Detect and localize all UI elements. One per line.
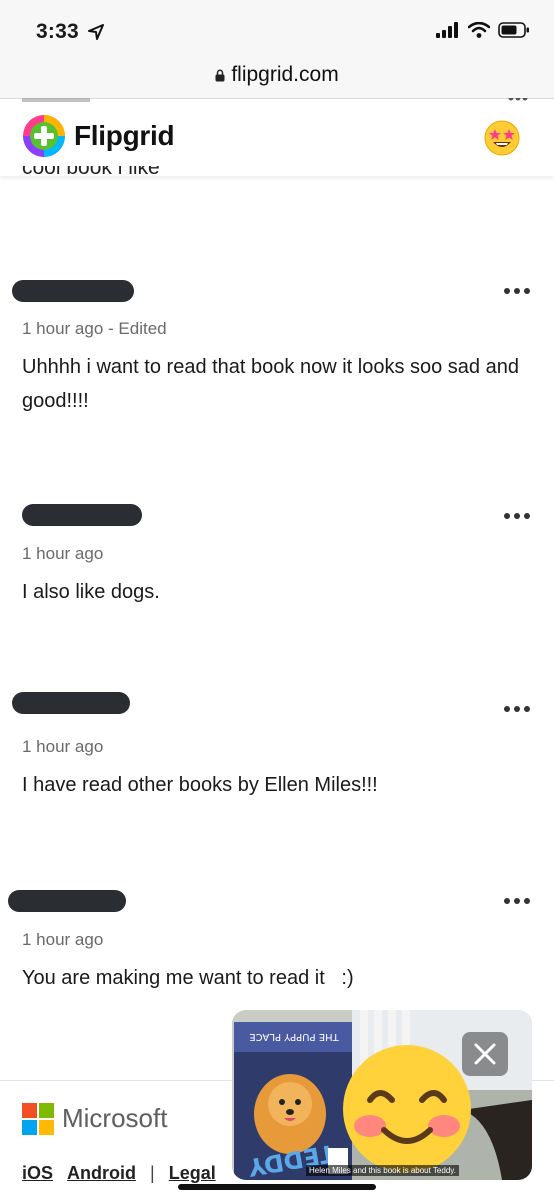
star-struck-emoji-icon[interactable]	[484, 120, 520, 156]
comment-timestamp: 1 hour ago	[22, 544, 104, 563]
redacted-username	[22, 504, 142, 526]
comment-item: 1 hour ago I have read other books by El…	[0, 690, 554, 800]
book-cover: THE PUPPY PLACE TEDDY	[234, 1022, 352, 1180]
book-series-text: THE PUPPY PLACE	[249, 1031, 339, 1042]
footer-links: iOS Android | Legal	[22, 1163, 216, 1184]
comment-timestamp: 1 hour ago	[22, 737, 104, 756]
comment-text: Uhhhh i want to read that book now it lo…	[22, 356, 519, 412]
footer-separator: |	[150, 1163, 155, 1183]
comment-text: I also like dogs.	[22, 581, 160, 603]
close-icon	[474, 1043, 496, 1065]
ios-link[interactable]: iOS	[22, 1163, 53, 1184]
video-caption: Helen Miles and this book is about Teddy…	[306, 1165, 459, 1176]
app-header: Flipgrid	[0, 102, 554, 176]
status-icons	[436, 22, 530, 38]
legal-link[interactable]: Legal	[169, 1163, 216, 1184]
more-options-icon[interactable]	[504, 896, 530, 906]
redacted-username	[12, 692, 130, 714]
microsoft-logo-icon	[22, 1103, 54, 1135]
battery-icon	[498, 22, 529, 38]
address-bar[interactable]: flipgrid.com	[0, 58, 554, 99]
comment-item: 1 hour ago I also like dogs.	[0, 498, 554, 608]
brand-name: Flipgrid	[74, 120, 175, 151]
redacted-username	[12, 280, 134, 302]
lock-icon	[215, 69, 225, 81]
comment-text: You are making me want to read it :)	[22, 967, 354, 989]
flipgrid-logo-icon	[23, 115, 65, 157]
video-player[interactable]: THE PUPPY PLACE TEDDY Helen Miles and th…	[232, 1010, 532, 1180]
smiling-emoji-icon	[343, 1045, 471, 1173]
previous-comment-text: cool book i like	[22, 166, 160, 179]
more-options-icon[interactable]	[504, 704, 530, 714]
url-text: flipgrid.com	[231, 63, 339, 86]
android-link[interactable]: Android	[67, 1163, 136, 1184]
comment-timestamp: 1 hour ago	[22, 930, 104, 949]
comment-timestamp: 1 hour ago - Edited	[22, 319, 167, 338]
signal-icon	[436, 22, 458, 38]
status-bar: 3:33	[0, 0, 554, 58]
location-arrow-icon	[88, 24, 104, 40]
redacted-username	[8, 890, 126, 912]
more-options-icon[interactable]	[504, 511, 530, 521]
comment-item: 1 hour ago - Edited Uhhhh i want to read…	[0, 274, 554, 424]
home-indicator[interactable]	[178, 1184, 376, 1190]
microsoft-name: Microsoft	[62, 1103, 168, 1133]
flipgrid-brand[interactable]: Flipgrid	[22, 114, 175, 158]
wifi-icon	[468, 22, 490, 38]
more-options-icon[interactable]	[504, 286, 530, 296]
close-video-button[interactable]	[462, 1032, 508, 1076]
comment-item: 1 hour ago You are making me want to rea…	[0, 884, 554, 994]
status-time: 3:33	[36, 20, 79, 43]
comment-text: I have read other books by Ellen Miles!!…	[22, 774, 378, 796]
